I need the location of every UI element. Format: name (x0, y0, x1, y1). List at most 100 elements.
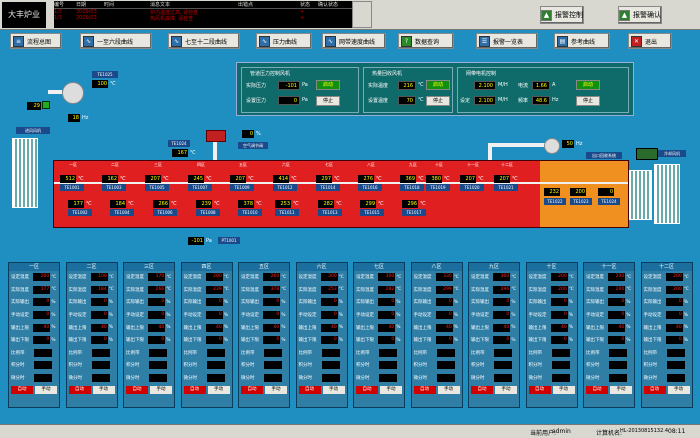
start-button[interactable]: 启动 (426, 80, 450, 90)
set-value[interactable]: 200 (205, 273, 223, 282)
up-value[interactable]: 40 (378, 323, 396, 332)
up-value[interactable]: 40 (608, 323, 626, 332)
alarm-control-button[interactable]: ▲ 报警控制 (540, 6, 584, 24)
man-value[interactable]: 0 (435, 311, 453, 320)
start-button[interactable]: 启动 (576, 80, 600, 90)
i-value[interactable] (494, 361, 512, 370)
stop-button[interactable]: 停止 (426, 96, 450, 106)
set-value[interactable]: 300 (378, 273, 396, 282)
p-value[interactable] (91, 348, 110, 357)
auto-button[interactable]: 自动 (298, 386, 321, 395)
auto-button[interactable]: 自动 (356, 386, 378, 395)
nav-flow-overview[interactable]: ≡ 流程总图 (10, 33, 62, 49)
d-value[interactable] (149, 374, 167, 383)
d-value[interactable] (436, 374, 455, 383)
p-value[interactable] (34, 348, 52, 357)
d-value[interactable] (321, 374, 340, 383)
auto-button[interactable]: 自动 (528, 386, 551, 395)
manual-button[interactable]: 手动 (380, 386, 402, 395)
stop-button[interactable]: 停止 (316, 96, 340, 106)
d-value[interactable] (206, 374, 225, 383)
manual-button[interactable]: 手动 (150, 386, 172, 395)
set-value[interactable]: 330 (435, 273, 453, 282)
nav-curve-1-6[interactable]: ∿ 一至六段曲线 (80, 33, 152, 49)
low-value[interactable]: 0 (550, 336, 568, 345)
man-value[interactable]: 0 (263, 311, 281, 320)
man-value[interactable]: 0 (33, 311, 51, 320)
i-value[interactable] (34, 361, 52, 370)
set-value[interactable]: 170 (148, 273, 166, 282)
p-value[interactable] (609, 348, 627, 357)
i-value[interactable] (149, 361, 167, 370)
up-value[interactable]: 40 (33, 323, 51, 332)
nav-curve-7-12[interactable]: ∿ 七至十二段曲线 (168, 33, 240, 49)
auto-button[interactable]: 自动 (471, 386, 493, 395)
man-value[interactable]: 0 (378, 311, 396, 320)
nav-belt-speed-curve[interactable]: ∿ 网带速度曲线 (322, 33, 386, 49)
auto-button[interactable]: 自动 (126, 386, 148, 395)
manual-button[interactable]: 手动 (207, 386, 230, 395)
low-value[interactable]: 0 (378, 336, 396, 345)
auto-button[interactable]: 自动 (183, 386, 206, 395)
p-value[interactable] (436, 348, 455, 357)
up-value[interactable]: 40 (90, 323, 108, 332)
d-value[interactable] (379, 374, 397, 383)
d-value[interactable] (609, 374, 627, 383)
i-value[interactable] (91, 361, 110, 370)
auto-button[interactable]: 自动 (586, 386, 608, 395)
up-value[interactable]: 40 (493, 323, 511, 332)
low-value[interactable]: 0 (90, 336, 108, 345)
set-speed-input[interactable]: 2.100 (474, 96, 496, 105)
set-value[interactable]: 200 (33, 273, 51, 282)
auto-button[interactable]: 自动 (643, 386, 666, 395)
i-value[interactable] (206, 361, 225, 370)
man-value[interactable]: 0 (320, 311, 338, 320)
set-value[interactable]: 300 (320, 273, 338, 282)
alarm-ack-button[interactable]: ▲ 报警确认 (618, 6, 662, 24)
low-value[interactable]: 0 (435, 336, 453, 345)
nav-alarm-list[interactable]: ☰ 报警一览表 (476, 33, 538, 49)
auto-button[interactable]: 自动 (413, 386, 436, 395)
manual-button[interactable]: 手动 (495, 386, 517, 395)
manual-button[interactable]: 手动 (322, 386, 345, 395)
set-value[interactable]: 200 (665, 273, 683, 282)
manual-button[interactable]: 手动 (92, 386, 115, 395)
man-value[interactable]: 0 (205, 311, 223, 320)
p-value[interactable] (379, 348, 397, 357)
d-value[interactable] (91, 374, 110, 383)
low-value[interactable]: 0 (148, 336, 166, 345)
low-value[interactable]: 0 (263, 336, 281, 345)
set-value[interactable]: 260 (263, 273, 281, 282)
auto-button[interactable]: 自动 (11, 386, 33, 395)
nav-data-query[interactable]: ? 数据查询 (398, 33, 454, 49)
up-value[interactable]: 40 (148, 323, 166, 332)
auto-button[interactable]: 自动 (241, 386, 263, 395)
alarm-row[interactable]: 1/3 2009/03 热风机故障, 请检查 + (54, 15, 352, 21)
i-value[interactable] (666, 361, 685, 370)
manual-button[interactable]: 手动 (35, 386, 57, 395)
manual-button[interactable]: 手动 (437, 386, 460, 395)
low-value[interactable]: 0 (320, 336, 338, 345)
up-value[interactable]: 40 (263, 323, 281, 332)
p-value[interactable] (206, 348, 225, 357)
p-value[interactable] (321, 348, 340, 357)
valve-icon[interactable] (206, 130, 226, 142)
p-value[interactable] (264, 348, 282, 357)
set-value[interactable]: 200 (550, 273, 568, 282)
alarm-table[interactable]: 编号 日期 时间 消息文本 出错点 状态 确认状态 1/2 2009/03 炉内温度… (54, 1, 352, 28)
manual-button[interactable]: 手动 (552, 386, 575, 395)
man-value[interactable]: 0 (665, 311, 683, 320)
i-value[interactable] (551, 361, 570, 370)
start-button[interactable]: 启动 (316, 80, 340, 90)
p-value[interactable] (494, 348, 512, 357)
set-temp-input[interactable]: 70 (398, 96, 416, 105)
p-value[interactable] (551, 348, 570, 357)
i-value[interactable] (264, 361, 282, 370)
up-value[interactable]: 40 (205, 323, 223, 332)
man-value[interactable]: 0 (608, 311, 626, 320)
up-value[interactable]: 40 (665, 323, 683, 332)
up-value[interactable]: 40 (435, 323, 453, 332)
manual-button[interactable]: 手动 (610, 386, 632, 395)
low-value[interactable]: 0 (205, 336, 223, 345)
man-value[interactable]: 0 (550, 311, 568, 320)
